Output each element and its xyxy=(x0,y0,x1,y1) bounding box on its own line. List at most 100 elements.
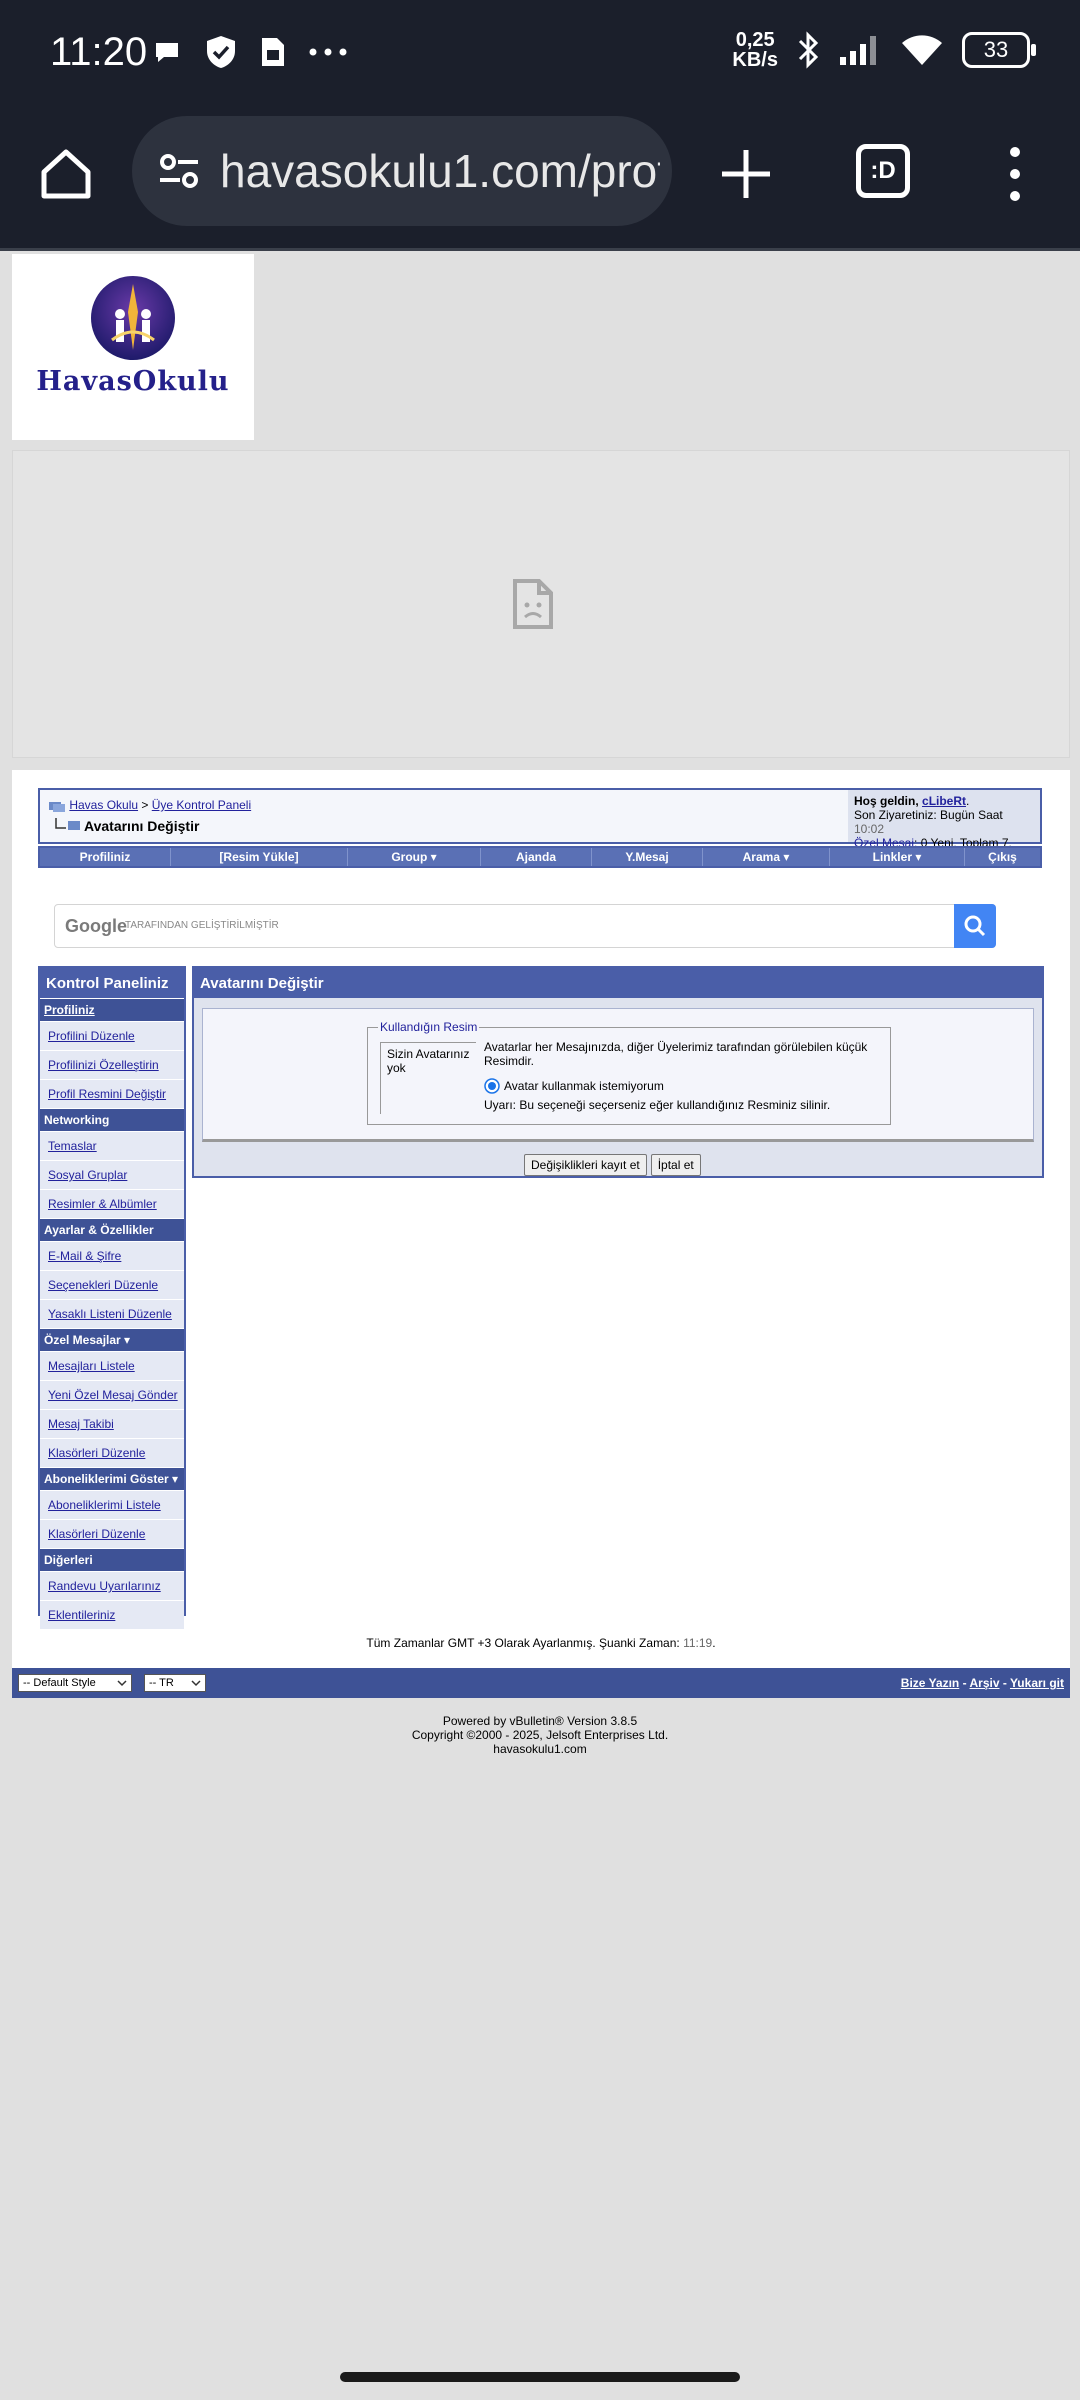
sidebar-item[interactable]: Klasörleri Düzenle xyxy=(40,1519,184,1548)
avatar-warning: Uyarı: Bu seçeneği seçerseniz eğer kulla… xyxy=(484,1098,831,1112)
sidebar-item[interactable]: Aboneliklerimi Listele xyxy=(40,1490,184,1519)
sidebar-item[interactable]: Yeni Özel Mesaj Gönder xyxy=(40,1380,184,1409)
sim-icon xyxy=(262,38,284,66)
sidebar-link[interactable]: Seçenekleri Düzenle xyxy=(48,1278,158,1292)
sidebar-link[interactable]: Resimler & Albümler xyxy=(48,1197,157,1211)
welcome-box: Hoş geldin, cLibeRt. Son Ziyaretiniz: Bu… xyxy=(848,790,1040,850)
sidebar-item[interactable]: Sosyal Gruplar xyxy=(40,1160,184,1189)
menu-cikis[interactable]: Çıkış xyxy=(965,848,1040,866)
avatar-description: Avatarlar her Mesajınızda, diğer Üyeleri… xyxy=(484,1040,868,1068)
sidebar-section-ozel-mesajlar[interactable]: Özel Mesajlar ▾ xyxy=(40,1328,184,1351)
chevron-down-icon xyxy=(117,1680,127,1687)
breadcrumb-separator: > xyxy=(141,798,149,812)
menu-ymesaj[interactable]: Y.Mesaj xyxy=(592,848,703,866)
sidebar-link[interactable]: Klasörleri Düzenle xyxy=(48,1527,145,1541)
save-changes-button[interactable]: Değişiklikleri kayıt et xyxy=(524,1154,647,1176)
sidebar-item[interactable]: Yasaklı Listeni Düzenle xyxy=(40,1299,184,1328)
google-search-input[interactable]: Google TARAFINDAN GELİŞTİRİLMİŞTİR xyxy=(54,904,996,948)
sidebar-link[interactable]: Yasaklı Listeni Düzenle xyxy=(48,1307,172,1321)
sidebar-link[interactable]: E-Mail & Şifre xyxy=(48,1249,121,1263)
sidebar-item[interactable]: Eklentileriniz xyxy=(40,1600,184,1629)
radio-label[interactable]: Avatar kullanmak istemiyorum xyxy=(504,1079,664,1093)
forum-home-icon[interactable] xyxy=(48,800,66,812)
battery-icon: 33 xyxy=(962,32,1036,68)
breadcrumb-parent-link[interactable]: Üye Kontrol Paneli xyxy=(152,798,251,812)
sidebar-item[interactable]: Profilini Düzenle xyxy=(40,1021,184,1050)
menu-group[interactable]: Group ▾ xyxy=(348,848,481,866)
bluetooth-icon xyxy=(798,31,819,69)
footer-links: Bize Yazın - Arşiv - Yukarı git xyxy=(900,1676,1064,1690)
forum-page: Havas Okulu > Üye Kontrol Paneli Avatarı… xyxy=(12,770,1070,1696)
menu-profiliniz[interactable]: Profiliniz xyxy=(40,848,171,866)
back-to-top-link[interactable]: Yukarı git xyxy=(1010,1676,1064,1690)
cancel-button[interactable]: İptal et xyxy=(650,1154,701,1176)
main-menu-bar: Profiliniz [Resim Yükle] Group ▾ Ajanda … xyxy=(38,846,1042,868)
url-text[interactable]: havasokulu1.com/prof xyxy=(220,144,660,198)
last-visit-label: Son Ziyaretiniz: Bugün Saat xyxy=(854,808,1003,822)
sidebar-item[interactable]: E-Mail & Şifre xyxy=(40,1241,184,1270)
powered-text: Powered by vBulletin® Version 3.8.5 xyxy=(442,1714,638,1728)
logo-text: HavasOkulu xyxy=(36,366,230,397)
sidebar-link[interactable]: Klasörleri Düzenle xyxy=(48,1446,145,1460)
sidebar-link[interactable]: Profil Resmini Değiştir xyxy=(48,1087,166,1101)
sidebar-item[interactable]: Resimler & Albümler xyxy=(40,1189,184,1218)
menu-ajanda[interactable]: Ajanda xyxy=(481,848,592,866)
footer-bar: -- Default Style -- TR Bize Yazın - Arşi… xyxy=(12,1668,1070,1698)
sidebar-section-ayarlar: Ayarlar & Özellikler xyxy=(40,1218,184,1241)
google-sub-label: TARAFINDAN GELİŞTİRİLMİŞTİR xyxy=(125,920,279,931)
sidebar-item[interactable]: Profil Resmini Değiştir xyxy=(40,1079,184,1108)
contact-link[interactable]: Bize Yazın xyxy=(901,1676,959,1690)
sidebar-section-label[interactable]: Profiliniz xyxy=(44,1003,95,1017)
username-link[interactable]: cLibeRt xyxy=(922,794,966,808)
archive-link[interactable]: Arşiv xyxy=(969,1676,999,1690)
sidebar-item[interactable]: Randevu Uyarılarınız xyxy=(40,1571,184,1600)
sidebar-section-abonelikler[interactable]: Aboneliklerimi Göster ▾ xyxy=(40,1467,184,1490)
timezone-text: Tüm Zamanlar GMT +3 Olarak Ayarlanmış. Ş… xyxy=(366,1636,680,1650)
sidebar-link[interactable]: Profilini Düzenle xyxy=(48,1029,135,1043)
gesture-bar[interactable] xyxy=(340,2372,740,2382)
logo-emblem-icon xyxy=(91,276,175,360)
browser-menu-icon[interactable] xyxy=(1000,144,1030,204)
sidebar-link[interactable]: Yeni Özel Mesaj Gönder xyxy=(48,1388,178,1402)
sidebar-link[interactable]: Temaslar xyxy=(48,1139,97,1153)
sidebar-link[interactable]: Eklentileriniz xyxy=(48,1608,115,1622)
menu-linkler[interactable]: Linkler ▾ xyxy=(830,848,965,866)
site-settings-icon[interactable] xyxy=(154,146,204,196)
sidebar-item[interactable]: Seçenekleri Düzenle xyxy=(40,1270,184,1299)
no-avatar-option[interactable]: Avatar kullanmak istemiyorum xyxy=(484,1078,664,1094)
sidebar-link[interactable]: Mesajları Listele xyxy=(48,1359,135,1373)
address-bar[interactable]: havasokulu1.com/prof xyxy=(132,116,672,226)
search-button[interactable] xyxy=(954,904,996,948)
sidebar-link[interactable]: Aboneliklerimi Listele xyxy=(48,1498,161,1512)
tab-switcher-button[interactable]: :D xyxy=(856,144,910,198)
sidebar-item[interactable]: Klasörleri Düzenle xyxy=(40,1438,184,1467)
sidebar-item[interactable]: Temaslar xyxy=(40,1131,184,1160)
sidebar-link[interactable]: Randevu Uyarılarınız xyxy=(48,1579,161,1593)
new-tab-icon[interactable] xyxy=(716,144,776,204)
language-select[interactable]: -- TR xyxy=(144,1674,206,1692)
net-speed: 0,25 KB/s xyxy=(732,30,778,70)
radio-button[interactable] xyxy=(484,1078,500,1094)
copyright-text: Copyright ©2000 - 2025, Jelsoft Enterpri… xyxy=(411,1728,669,1742)
breadcrumb-root-link[interactable]: Havas Okulu xyxy=(69,798,138,812)
menu-resim-yukle[interactable]: [Resim Yükle] xyxy=(171,848,348,866)
home-icon[interactable] xyxy=(38,146,94,202)
fieldset-legend: Kullandığın Resim xyxy=(378,1020,480,1034)
sidebar-item[interactable]: Mesaj Takibi xyxy=(40,1409,184,1438)
sidebar-item[interactable]: Mesajları Listele xyxy=(40,1351,184,1380)
menu-arama[interactable]: Arama ▾ xyxy=(703,848,830,866)
sidebar-link[interactable]: Sosyal Gruplar xyxy=(48,1168,127,1182)
battery-level: 33 xyxy=(983,37,1009,62)
sidebar-link[interactable]: Mesaj Takibi xyxy=(48,1417,114,1431)
control-panel-sidebar: Kontrol Paneliniz Profiliniz Profilini D… xyxy=(38,966,186,1629)
status-bar: 11:20 0,25 KB/s 33 xyxy=(0,0,1080,108)
welcome-greeting: Hoş geldin, xyxy=(854,794,919,808)
sidebar-link[interactable]: Profilinizi Özelleştirin xyxy=(48,1058,159,1072)
chevron-down-icon xyxy=(191,1680,201,1687)
net-speed-value: 0,25 xyxy=(735,29,775,51)
site-logo[interactable]: HavasOkulu xyxy=(12,254,254,440)
sidebar-section-profiliniz[interactable]: Profiliniz xyxy=(40,998,184,1021)
sidebar-item[interactable]: Profilinizi Özelleştirin xyxy=(40,1050,184,1079)
style-select[interactable]: -- Default Style xyxy=(18,1674,132,1692)
clock: 11:20 xyxy=(50,30,148,74)
